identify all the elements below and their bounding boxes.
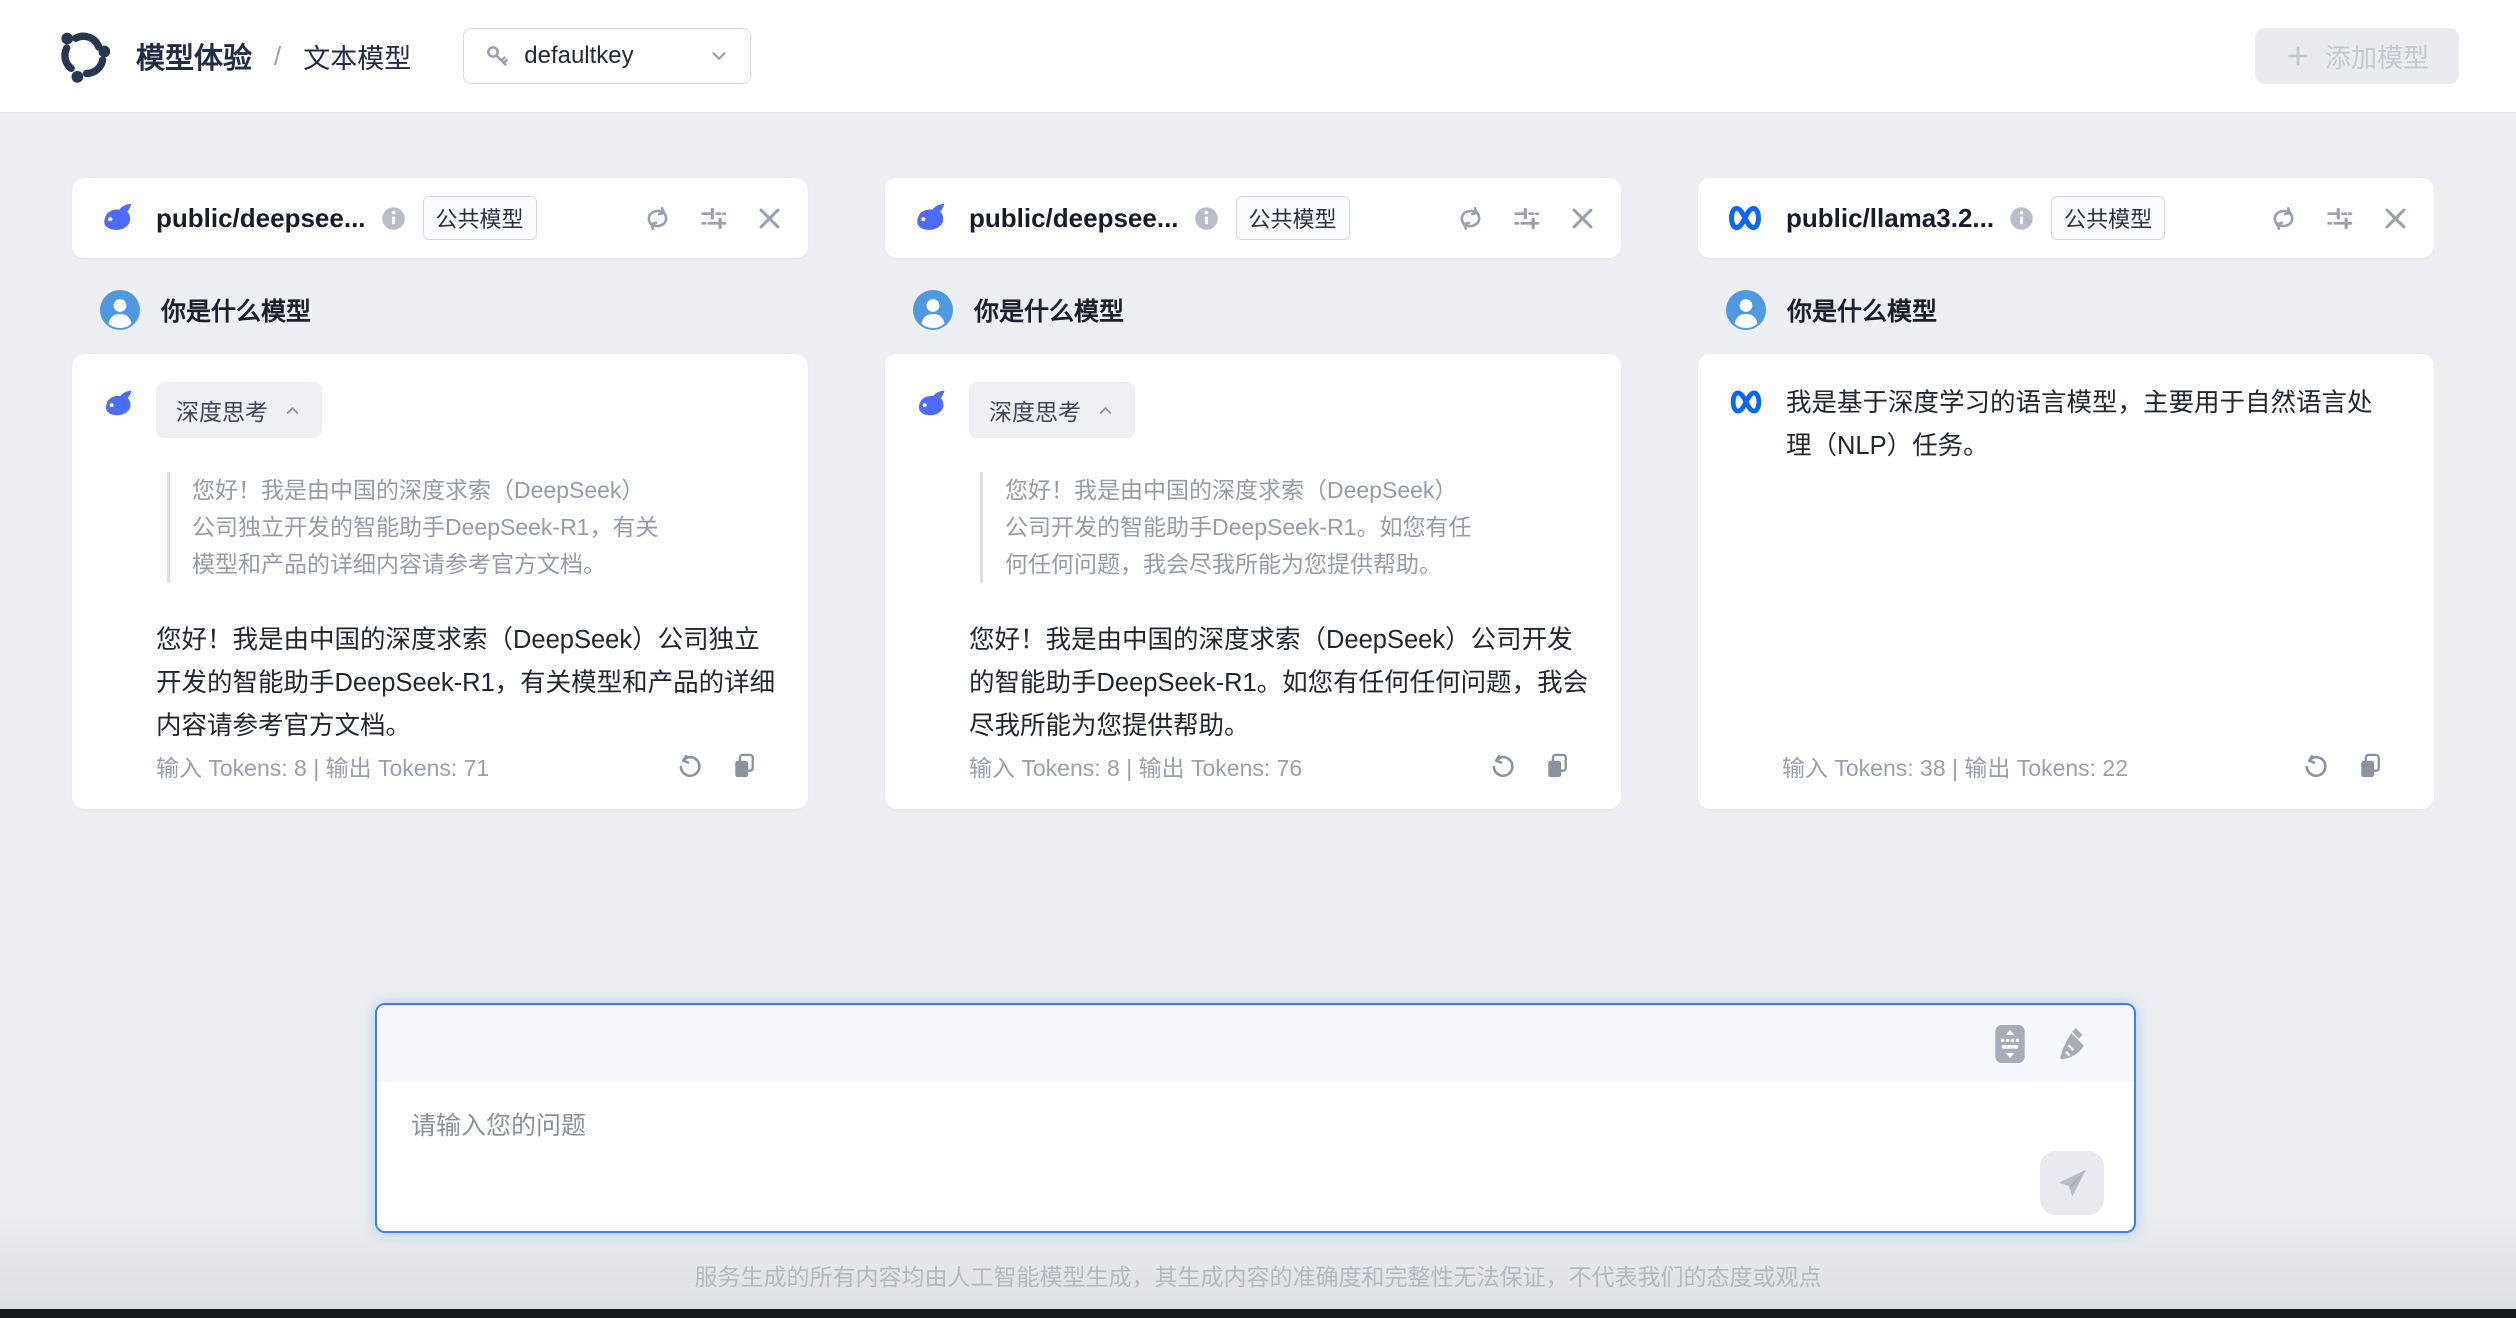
close-panel-icon[interactable] xyxy=(755,204,784,233)
user-message: 你是什么模型 xyxy=(885,290,1621,330)
user-message: 你是什么模型 xyxy=(1698,290,2434,330)
model-header-card: public/deepsee... 公共模型 xyxy=(885,178,1621,258)
regenerate-icon[interactable] xyxy=(676,752,704,780)
model-name: public/deepsee... xyxy=(156,203,366,234)
deep-thinking-toggle[interactable]: 深度思考 xyxy=(156,382,322,438)
model-header-card: public/llama3.2... 公共模型 xyxy=(1698,178,2434,258)
regenerate-icon[interactable] xyxy=(2302,752,2330,780)
model-panel-2: public/deepsee... 公共模型 xyxy=(885,178,1621,809)
api-key-select[interactable]: defaultkey xyxy=(463,28,751,84)
send-button[interactable] xyxy=(2040,1151,2104,1215)
model-settings-icon[interactable] xyxy=(1512,204,1541,233)
clear-brush-icon[interactable] xyxy=(2054,1025,2092,1063)
public-model-badge: 公共模型 xyxy=(423,196,537,240)
deepseek-whale-icon xyxy=(98,199,136,237)
api-key-value: defaultkey xyxy=(524,42,633,70)
model-header-card: public/deepsee... 公共模型 xyxy=(72,178,808,258)
app-logo-icon xyxy=(56,29,110,83)
deepseek-whale-icon xyxy=(913,386,949,422)
meta-icon xyxy=(1726,388,1766,416)
thinking-content: 您好！我是由中国的深度求索（DeepSeek）公司开发的智能助手DeepSeek… xyxy=(980,472,1480,583)
user-question-text: 你是什么模型 xyxy=(974,292,1124,328)
send-icon xyxy=(2055,1166,2089,1200)
breadcrumb-separator: / xyxy=(274,41,281,72)
regenerate-icon[interactable] xyxy=(1489,752,1517,780)
model-name: public/llama3.2... xyxy=(1786,203,1994,234)
close-panel-icon[interactable] xyxy=(1568,204,1597,233)
user-message: 你是什么模型 xyxy=(72,290,808,330)
ai-disclaimer: 服务生成的所有内容均由人工智能模型生成，其生成内容的准确度和完整性无法保证，不代… xyxy=(0,1258,2516,1292)
input-placeholder: 请输入您的问题 xyxy=(411,1106,586,1142)
answer-text: 您好！我是由中国的深度求索（DeepSeek）公司开发的智能助手DeepSeek… xyxy=(969,619,1589,748)
response-card: 我是基于深度学习的语言模型，主要用于自然语言处理（NLP）任务。 输入 Toke… xyxy=(1698,354,2434,809)
deep-thinking-label: 深度思考 xyxy=(989,393,1081,427)
model-settings-icon[interactable] xyxy=(699,204,728,233)
deepseek-whale-icon xyxy=(100,386,136,422)
copy-icon[interactable] xyxy=(2356,752,2384,780)
deepseek-whale-icon xyxy=(911,199,949,237)
add-model-label: 添加模型 xyxy=(2325,38,2429,75)
swap-model-icon[interactable] xyxy=(2269,204,2298,233)
message-composer: 请输入您的问题 xyxy=(375,1003,2136,1233)
user-avatar xyxy=(1726,290,1766,330)
answer-text: 您好！我是由中国的深度求索（DeepSeek）公司独立开发的智能助手DeepSe… xyxy=(156,619,776,748)
chevron-up-icon xyxy=(1096,401,1115,420)
top-bar: 模型体验 / 文本模型 defaultkey 添加模型 xyxy=(0,0,2516,113)
close-panel-icon[interactable] xyxy=(2381,204,2410,233)
input-resize-icon[interactable] xyxy=(1994,1024,2026,1064)
token-stats: 输入 Tokens: 8 | 输出 Tokens: 71 xyxy=(156,749,489,783)
user-avatar xyxy=(100,290,140,330)
model-panel-3: public/llama3.2... 公共模型 xyxy=(1698,178,2434,809)
token-stats: 输入 Tokens: 38 | 输出 Tokens: 22 xyxy=(1782,749,2128,783)
model-settings-icon[interactable] xyxy=(2325,204,2354,233)
deep-thinking-toggle[interactable]: 深度思考 xyxy=(969,382,1135,438)
model-name: public/deepsee... xyxy=(969,203,1179,234)
composer-toolbar xyxy=(377,1005,2134,1082)
user-question-text: 你是什么模型 xyxy=(161,292,311,328)
page-title: 模型体验 xyxy=(136,35,252,77)
breadcrumb-current: 文本模型 xyxy=(303,37,411,76)
chevron-up-icon xyxy=(283,401,302,420)
copy-icon[interactable] xyxy=(1543,752,1571,780)
plus-icon xyxy=(2285,43,2311,69)
info-icon[interactable] xyxy=(1193,205,1220,232)
copy-icon[interactable] xyxy=(730,752,758,780)
response-card: 深度思考 您好！我是由中国的深度求索（DeepSeek）公司独立开发的智能助手D… xyxy=(72,354,808,809)
window-bottom-edge xyxy=(0,1309,2516,1318)
public-model-badge: 公共模型 xyxy=(2051,196,2165,240)
public-model-badge: 公共模型 xyxy=(1236,196,1350,240)
answer-text: 我是基于深度学习的语言模型，主要用于自然语言处理（NLP）任务。 xyxy=(1786,382,2394,468)
model-panel-1: public/deepsee... 公共模型 xyxy=(72,178,808,809)
add-model-button[interactable]: 添加模型 xyxy=(2255,28,2459,84)
chevron-down-icon xyxy=(708,45,730,67)
swap-model-icon[interactable] xyxy=(1456,204,1485,233)
deep-thinking-label: 深度思考 xyxy=(176,393,268,427)
swap-model-icon[interactable] xyxy=(643,204,672,233)
info-icon[interactable] xyxy=(2008,205,2035,232)
token-stats: 输入 Tokens: 8 | 输出 Tokens: 76 xyxy=(969,749,1302,783)
info-icon[interactable] xyxy=(380,205,407,232)
thinking-content: 您好！我是由中国的深度求索（DeepSeek）公司独立开发的智能助手DeepSe… xyxy=(167,472,667,583)
response-card: 深度思考 您好！我是由中国的深度求索（DeepSeek）公司开发的智能助手Dee… xyxy=(885,354,1621,809)
message-input[interactable]: 请输入您的问题 xyxy=(377,1082,2134,1231)
user-question-text: 你是什么模型 xyxy=(1787,292,1937,328)
meta-icon xyxy=(1724,203,1766,233)
user-avatar xyxy=(913,290,953,330)
key-icon xyxy=(484,43,510,69)
